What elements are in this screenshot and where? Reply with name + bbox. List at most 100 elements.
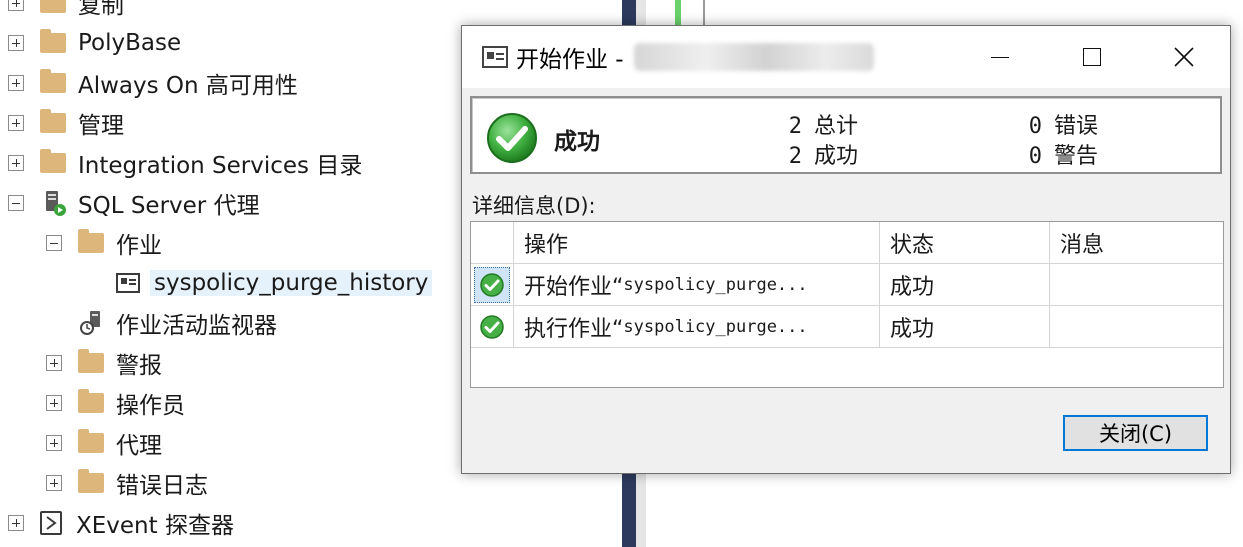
tree-item[interactable]: PolyBase bbox=[8, 23, 181, 63]
close-button[interactable]: 关闭(C) bbox=[1063, 415, 1208, 451]
summary-panel: 成功 2 总计 2 成功 0 错误 0 警告 bbox=[470, 96, 1222, 174]
tree-item-label: 复制 bbox=[78, 0, 124, 19]
success-check-icon bbox=[480, 272, 504, 297]
table-row[interactable]: 开始作业“ syspolicy_purge... 成功 bbox=[471, 264, 1223, 306]
success-check-icon bbox=[480, 314, 504, 339]
tree-item-label: 错误日志 bbox=[116, 473, 208, 499]
expand-icon[interactable] bbox=[8, 75, 24, 91]
tree-item-label: Always On 高可用性 bbox=[78, 73, 298, 99]
success-check-icon bbox=[487, 113, 537, 163]
tree-item[interactable]: 操作员 bbox=[46, 383, 185, 423]
tree-item-label: 代理 bbox=[116, 433, 162, 459]
collapse-icon[interactable] bbox=[46, 235, 62, 251]
row-icon-cell bbox=[471, 306, 514, 347]
minimize-button[interactable] bbox=[954, 26, 1046, 88]
status-cell: 成功 bbox=[880, 306, 1050, 347]
maximize-icon bbox=[1083, 48, 1101, 66]
folder-icon bbox=[78, 389, 104, 413]
header-icon-column bbox=[471, 222, 514, 263]
tree-item-label: syspolicy_purge_history bbox=[150, 270, 433, 296]
minimize-icon bbox=[991, 56, 1009, 58]
sql-agent-icon bbox=[46, 191, 66, 216]
expand-icon[interactable] bbox=[8, 115, 24, 131]
expand-icon[interactable] bbox=[46, 395, 62, 411]
tree-item[interactable]: SQL Server 代理 bbox=[8, 183, 260, 223]
expand-icon[interactable] bbox=[8, 155, 24, 171]
message-cell bbox=[1050, 264, 1223, 305]
dialog-title: 开始作业 - bbox=[516, 47, 624, 73]
column-header-message[interactable]: 消息 bbox=[1050, 222, 1223, 263]
close-window-button[interactable] bbox=[1138, 26, 1230, 88]
operation-job-name: syspolicy_purge... bbox=[623, 274, 808, 295]
folder-icon bbox=[78, 349, 104, 373]
tree-item-label: 警报 bbox=[116, 353, 162, 379]
tree-item[interactable]: Always On 高可用性 bbox=[8, 63, 298, 103]
job-window-icon bbox=[482, 46, 508, 68]
row-icon-box bbox=[474, 309, 510, 345]
start-job-dialog: 开始作业 - 成功 2 总计 2 成功 0 错误 0 警告 详细信息(D): 操… bbox=[461, 25, 1231, 474]
warning-label: 警告 bbox=[1054, 144, 1099, 169]
change-marker bbox=[675, 0, 681, 28]
tree-item[interactable]: 作业活动监视器 bbox=[46, 303, 277, 343]
expand-icon[interactable] bbox=[8, 0, 24, 11]
error-label: 错误 bbox=[1054, 114, 1099, 139]
tree-item[interactable]: 管理 bbox=[8, 103, 124, 143]
total-label: 总计 bbox=[814, 114, 859, 139]
warning-stat: 0 警告 bbox=[1028, 138, 1098, 170]
job-icon bbox=[116, 273, 140, 293]
redacted-job-name bbox=[633, 43, 874, 71]
tree-item[interactable]: 警报 bbox=[46, 343, 162, 383]
column-header-status[interactable]: 状态 bbox=[880, 222, 1050, 263]
tree-item[interactable]: 错误日志 bbox=[46, 463, 208, 503]
tree-item[interactable]: syspolicy_purge_history bbox=[84, 263, 433, 303]
status-cell: 成功 bbox=[880, 264, 1050, 305]
error-stat: 0 错误 bbox=[1028, 108, 1098, 140]
tree-item-label: Integration Services 目录 bbox=[78, 153, 363, 179]
collapse-icon[interactable] bbox=[8, 195, 24, 211]
operation-prefix: 执行作业“ bbox=[524, 316, 624, 342]
details-label: 详细信息(D): bbox=[472, 194, 596, 218]
maximize-button[interactable] bbox=[1046, 26, 1138, 88]
tree-item[interactable]: Integration Services 目录 bbox=[8, 143, 362, 183]
job-activity-monitor-icon bbox=[80, 311, 100, 335]
table-row[interactable]: 执行作业“ syspolicy_purge... 成功 bbox=[471, 306, 1223, 348]
tree-item-label: 作业 bbox=[116, 233, 162, 259]
folder-icon bbox=[40, 0, 66, 13]
tree-item[interactable]: 作业 bbox=[46, 223, 162, 263]
tree-item[interactable]: 复制 bbox=[8, 0, 124, 23]
expand-icon[interactable] bbox=[8, 515, 24, 531]
expand-icon[interactable] bbox=[8, 35, 24, 51]
total-count: 2 bbox=[788, 114, 802, 139]
tree-item-label: 操作员 bbox=[116, 393, 185, 419]
warning-count: 0 bbox=[1028, 144, 1042, 169]
row-icon-cell bbox=[471, 264, 514, 305]
column-header-operation[interactable]: 操作 bbox=[514, 222, 880, 263]
tree-item-label: 作业活动监视器 bbox=[116, 313, 277, 339]
expand-icon[interactable] bbox=[46, 355, 62, 371]
tree-item-label: PolyBase bbox=[78, 30, 182, 56]
folder-icon bbox=[78, 469, 104, 493]
folder-icon bbox=[78, 429, 104, 453]
expand-icon[interactable] bbox=[46, 475, 62, 491]
operation-job-name: syspolicy_purge... bbox=[623, 316, 808, 337]
screenshot-stage: 复制 PolyBase Always On 高可用性 管理 Integration Se… bbox=[0, 0, 1243, 547]
row-focus-box bbox=[474, 266, 510, 303]
dialog-titlebar[interactable]: 开始作业 - bbox=[462, 26, 1230, 88]
success-label: 成功 bbox=[814, 144, 859, 169]
details-grid[interactable]: 操作 状态 消息 开始作业“ syspolicy_purge... 成功 执行作… bbox=[470, 221, 1224, 388]
folder-icon bbox=[40, 29, 66, 53]
operation-cell: 开始作业“ syspolicy_purge... bbox=[514, 264, 880, 305]
folder-icon bbox=[40, 109, 66, 133]
folder-icon bbox=[40, 69, 66, 93]
tree-item-label: XEvent 探查器 bbox=[76, 513, 234, 539]
grid-header-row: 操作 状态 消息 bbox=[471, 222, 1223, 264]
operation-prefix: 开始作业“ bbox=[524, 274, 624, 300]
tree-item-label: 管理 bbox=[78, 113, 124, 139]
folder-icon bbox=[40, 149, 66, 173]
xevent-icon bbox=[40, 511, 62, 535]
error-count: 0 bbox=[1028, 114, 1042, 139]
tree-item[interactable]: 代理 bbox=[46, 423, 162, 463]
tree-item[interactable]: XEvent 探查器 bbox=[8, 503, 234, 543]
success-count: 2 bbox=[788, 144, 802, 169]
expand-icon[interactable] bbox=[46, 435, 62, 451]
